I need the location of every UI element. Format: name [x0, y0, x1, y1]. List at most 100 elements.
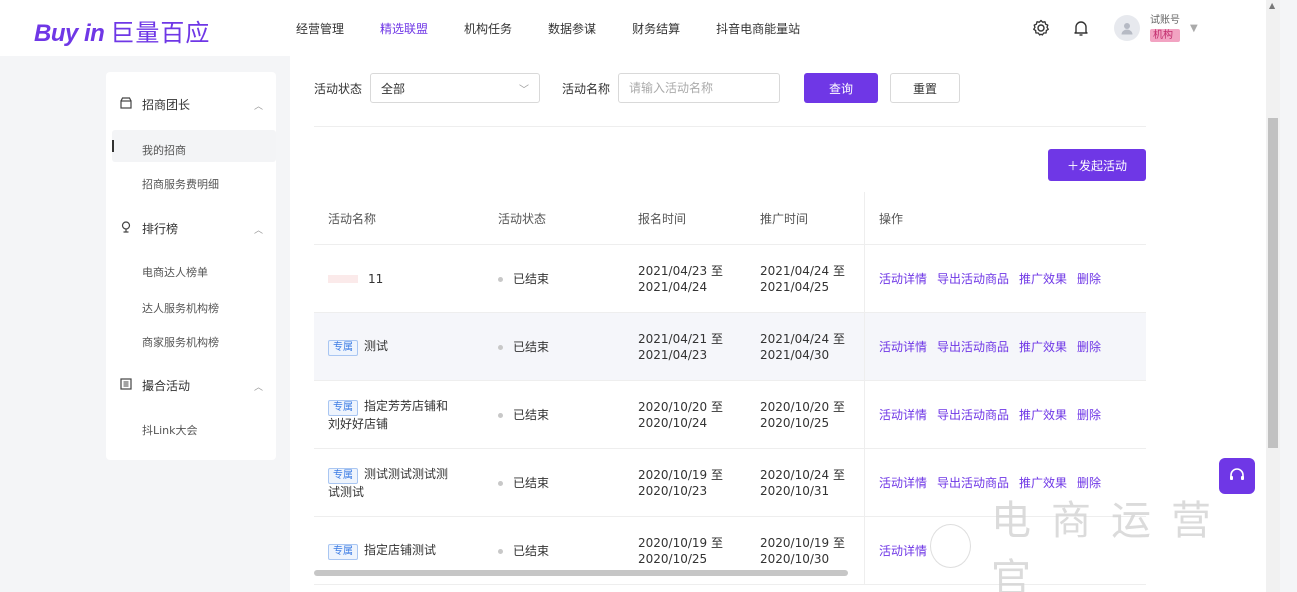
column-header-promo: 推广时间	[760, 211, 809, 226]
nav-item-data[interactable]: 数据参谋	[548, 20, 596, 37]
logo-text-cn: 巨量百应	[110, 20, 211, 47]
sidebar-item-service-fee[interactable]: 招商服务费明细	[142, 176, 219, 192]
avatar[interactable]	[1114, 15, 1140, 41]
signup-end: 2020/10/24	[638, 415, 708, 430]
chevron-up-icon[interactable]: ︿	[254, 380, 263, 393]
activity-name-cell: 专属 测试测试测试测 试测试	[314, 466, 484, 500]
delete-link[interactable]: 删除	[1077, 271, 1101, 287]
promo-effect-link[interactable]: 推广效果	[1019, 271, 1067, 287]
sidebar-section-matching[interactable]: 撮合活动	[120, 377, 190, 394]
reset-button[interactable]: 重置	[890, 73, 961, 103]
promo-time-cell: 2020/10/19 至 2020/10/30	[746, 535, 864, 567]
sidebar-section-label: 撮合活动	[142, 379, 191, 393]
promo-end: 2020/10/25	[760, 415, 830, 430]
filter-bar: 活动状态 全部 ﹀ 活动名称 查询 重置	[314, 72, 961, 104]
status-filter-label: 活动状态	[314, 81, 363, 96]
main-nav: 经营管理 精选联盟 机构任务 数据参谋 财务结算 抖音电商能量站	[296, 0, 836, 56]
activity-name: 测试测试测试测	[364, 466, 449, 481]
status-dot	[498, 548, 503, 554]
activity-detail-link[interactable]: 活动详情	[879, 339, 927, 355]
sidebar-active-indicator	[112, 140, 114, 152]
signup-end: 2020/10/25	[638, 551, 708, 566]
promo-time-cell: 2021/04/24 至 2021/04/25	[746, 263, 864, 295]
trophy-icon	[120, 221, 134, 236]
match-icon	[120, 378, 134, 393]
promo-end: 2021/04/25	[760, 279, 830, 294]
signup-start: 2020/10/20 至	[638, 399, 723, 414]
horizontal-scrollbar[interactable]	[314, 570, 848, 576]
status-text: 已结束	[513, 339, 550, 354]
table-row: 专属 测试 已结束 2021/04/21 至 2021/04/23 2021/04/…	[314, 313, 1146, 381]
sidebar-item-merchant-agency[interactable]: 商家服务机构榜	[142, 334, 219, 350]
account-role-badge: 机构	[1150, 29, 1180, 42]
signup-start: 2021/04/23 至	[638, 263, 723, 278]
account-name: 试账号	[1150, 15, 1180, 26]
chevron-down-icon[interactable]: ▼	[1190, 23, 1198, 34]
brand-logo[interactable]: Buy in 巨量百应	[34, 13, 210, 48]
actions-cell: 活动详情 导出活动商品 推广效果 删除	[864, 313, 1146, 380]
promo-effect-link[interactable]: 推广效果	[1019, 407, 1067, 423]
promo-effect-link[interactable]: 推广效果	[1019, 339, 1067, 355]
settings-icon[interactable]	[1030, 17, 1052, 39]
activity-name-line2: 刘好好店铺	[328, 416, 389, 431]
name-filter-label: 活动名称	[562, 81, 611, 96]
sidebar-section-label: 招商团长	[142, 98, 191, 112]
signup-time-cell: 2020/10/19 至 2020/10/25	[624, 535, 746, 567]
header-actions: 试账号 机构 ▼	[1030, 0, 1198, 56]
nav-item-energy-station[interactable]: 抖音电商能量站	[716, 20, 800, 37]
account-info[interactable]: 试账号 机构	[1150, 14, 1180, 42]
promo-end: 2020/10/31	[760, 483, 830, 498]
sidebar-item-influencer-list[interactable]: 电商达人榜单	[142, 264, 208, 280]
activity-name: 指定店铺测试	[364, 542, 437, 557]
status-select[interactable]: 全部 ﹀	[370, 73, 541, 103]
logo-text-en: Buy in	[34, 20, 105, 47]
delete-link[interactable]: 删除	[1077, 339, 1101, 355]
scroll-up-icon[interactable]: ▲	[1269, 1, 1275, 10]
activity-detail-link[interactable]: 活动详情	[879, 543, 927, 559]
status-cell: 已结束	[484, 543, 624, 559]
table-header: 活动名称 活动状态 报名时间 推广时间 操作	[314, 192, 1146, 245]
exclusive-tag: 专属	[328, 543, 358, 560]
query-button[interactable]: 查询	[804, 73, 879, 103]
status-select-value: 全部	[381, 81, 406, 96]
activity-name: 11	[368, 271, 384, 286]
sidebar-section-label: 排行榜	[142, 222, 179, 236]
sidebar-item-my-recruit[interactable]: 我的招商	[142, 142, 186, 158]
chevron-up-icon[interactable]: ︿	[254, 223, 263, 236]
nav-item-business[interactable]: 经营管理	[296, 20, 344, 37]
table-row: 专属 指定芳芳店铺和 刘好好店铺 已结束 2020/10/20 至 2020/10/2…	[314, 381, 1146, 449]
delete-link[interactable]: 删除	[1077, 407, 1101, 423]
export-products-link[interactable]: 导出活动商品	[937, 407, 1009, 423]
sidebar-active-highlight	[112, 130, 276, 162]
signup-end: 2021/04/23	[638, 347, 708, 362]
sidebar-item-douyin-link[interactable]: 抖Link大会	[142, 422, 198, 438]
launch-activity-button[interactable]: ＋发起活动	[1048, 149, 1146, 181]
activity-name-input[interactable]	[618, 73, 781, 103]
nav-item-agency-tasks[interactable]: 机构任务	[464, 20, 512, 37]
watermark-logo-icon	[930, 524, 972, 568]
watermark: 电商运营官	[930, 498, 1270, 592]
status-cell: 已结束	[484, 339, 624, 355]
signup-time-cell: 2020/10/19 至 2020/10/23	[624, 467, 746, 499]
nav-item-finance[interactable]: 财务结算	[632, 20, 680, 37]
bell-icon[interactable]	[1070, 17, 1092, 39]
activity-name-cell: 11	[314, 271, 484, 287]
export-products-link[interactable]: 导出活动商品	[937, 271, 1009, 287]
promo-start: 2020/10/24 至	[760, 467, 845, 482]
chevron-up-icon[interactable]: ︿	[254, 99, 263, 112]
sidebar-section-recruit[interactable]: 招商团长	[120, 96, 190, 113]
status-dot	[498, 276, 503, 282]
activity-detail-link[interactable]: 活动详情	[879, 407, 927, 423]
table-row: 11 已结束 2021/04/23 至 2021/04/24 2021/04/24…	[314, 245, 1146, 313]
activity-detail-link[interactable]: 活动详情	[879, 475, 927, 491]
activity-name: 指定芳芳店铺和	[364, 398, 449, 413]
activity-detail-link[interactable]: 活动详情	[879, 271, 927, 287]
sidebar-item-influencer-agency[interactable]: 达人服务机构榜	[142, 300, 219, 316]
scrollbar-thumb[interactable]	[1268, 118, 1278, 448]
status-dot	[498, 344, 503, 350]
nav-item-alliance[interactable]: 精选联盟	[380, 20, 428, 37]
sidebar-section-ranking[interactable]: 排行榜	[120, 220, 178, 237]
export-products-link[interactable]: 导出活动商品	[937, 339, 1009, 355]
signup-time-cell: 2021/04/21 至 2021/04/23	[624, 331, 746, 363]
status-dot	[498, 412, 503, 418]
